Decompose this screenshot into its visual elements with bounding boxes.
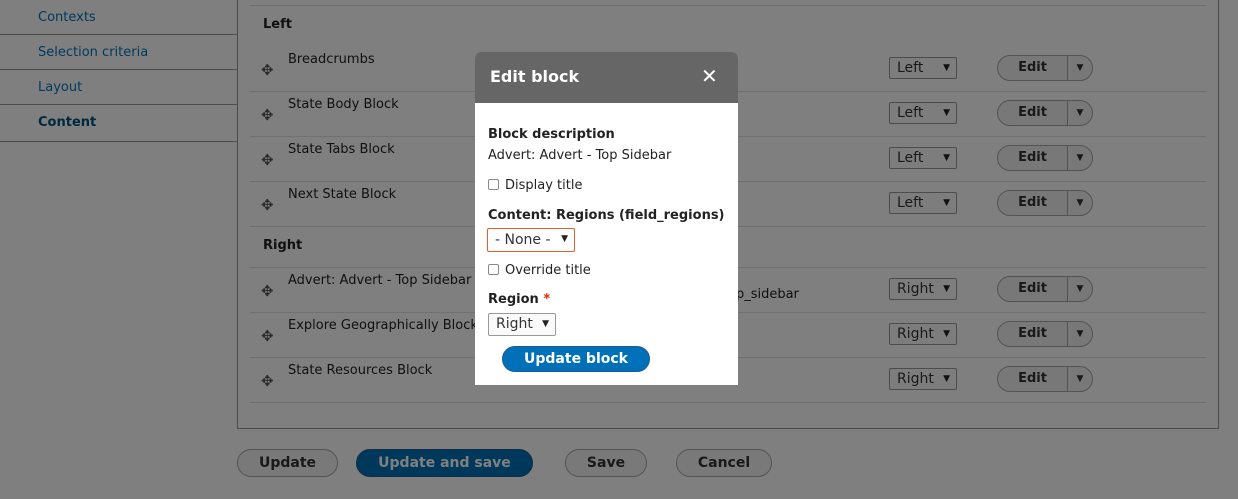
region-select-value: Right [496,316,533,332]
chevron-down-icon: ▼ [542,319,549,329]
dialog-header: Edit block ✕ [475,52,738,103]
display-title-checkbox[interactable] [488,179,499,190]
block-description-label: Block description [488,127,615,142]
override-title-checkbox[interactable] [488,264,499,275]
required-marker: * [543,292,551,307]
content-regions-select[interactable]: - None - ▼ [487,228,575,252]
edit-block-dialog: Edit block ✕ Block description Advert: A… [475,52,738,385]
block-description-value: Advert: Advert - Top Sidebar [488,148,672,163]
region-select-dialog[interactable]: Right ▼ [488,313,556,336]
dialog-title: Edit block [490,67,580,86]
override-title-label[interactable]: Override title [505,263,591,278]
display-title-label[interactable]: Display title [505,178,582,193]
region-label: Region * [488,292,550,307]
close-icon[interactable]: ✕ [701,64,718,88]
region-label-text: Region [488,292,539,307]
content-regions-label: Content: Regions (field_regions) [488,208,725,223]
content-regions-select-value: - None - [495,232,551,248]
update-block-button[interactable]: Update block [502,346,650,372]
chevron-down-icon: ▼ [561,234,568,244]
